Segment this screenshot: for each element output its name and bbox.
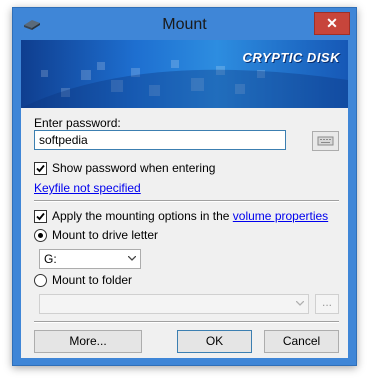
mount-drive-letter-radio[interactable] xyxy=(34,229,47,242)
window-title: Mount xyxy=(162,16,207,33)
chevron-down-icon xyxy=(128,256,136,261)
apply-options-checkbox[interactable] xyxy=(34,210,47,223)
checkmark-icon xyxy=(36,212,45,221)
more-button[interactable]: More... xyxy=(34,330,142,353)
keyfile-link[interactable]: Keyfile not specified xyxy=(34,181,141,195)
volume-properties-link[interactable]: volume properties xyxy=(233,209,328,223)
brand-logo: CRYPTIC DISK xyxy=(242,50,340,65)
drive-letter-select[interactable]: G: xyxy=(39,249,141,269)
keyboard-button[interactable] xyxy=(312,131,339,151)
password-label: Enter password: xyxy=(34,116,121,130)
close-icon: ✕ xyxy=(326,15,338,31)
show-password-label[interactable]: Show password when entering xyxy=(52,161,215,175)
radio-selected-dot xyxy=(38,233,43,238)
browse-folder-button: ... xyxy=(315,294,339,314)
keyboard-icon xyxy=(317,136,334,146)
close-button[interactable]: ✕ xyxy=(314,12,350,35)
banner-image: CRYPTIC DISK xyxy=(21,40,348,108)
mount-dialog: Mount ✕ CRYPTIC DISK Enter password: sof… xyxy=(12,7,357,366)
chevron-down-icon xyxy=(296,301,304,306)
divider xyxy=(34,321,339,323)
show-password-checkbox[interactable] xyxy=(34,162,47,175)
password-input[interactable]: softpedia xyxy=(34,130,286,150)
mount-folder-label[interactable]: Mount to folder xyxy=(52,273,132,287)
mount-drive-letter-label[interactable]: Mount to drive letter xyxy=(52,228,158,242)
dialog-body: CRYPTIC DISK Enter password: softpedia S… xyxy=(21,40,348,358)
title-bar[interactable]: Mount ✕ xyxy=(13,8,356,40)
cancel-button[interactable]: Cancel xyxy=(264,330,339,353)
apply-options-label: Apply the mounting options in the volume… xyxy=(52,209,328,223)
apply-options-text[interactable]: Apply the mounting options in the xyxy=(52,209,233,223)
folder-path-select xyxy=(39,294,309,314)
mount-folder-radio[interactable] xyxy=(34,274,47,287)
divider xyxy=(34,200,339,202)
drive-letter-value: G: xyxy=(44,252,57,266)
ok-button[interactable]: OK xyxy=(177,330,252,353)
checkmark-icon xyxy=(36,164,45,173)
